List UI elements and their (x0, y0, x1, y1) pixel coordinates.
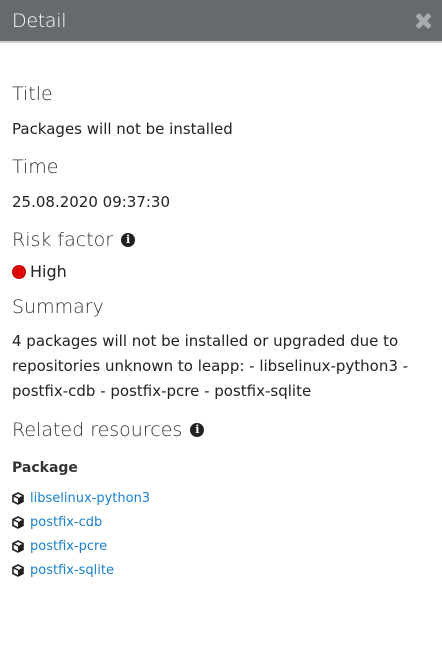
related-label-text: Related resources (12, 419, 183, 441)
package-list: libselinux-python3 postfix-cdb postfix-pcr… (12, 486, 430, 582)
info-icon[interactable]: i (190, 423, 205, 437)
package-link[interactable]: postfix-sqlite (30, 563, 114, 578)
time-label: Time (12, 156, 59, 178)
package-icon (12, 515, 24, 529)
summary-value: 4 packages will not be installed or upgr… (12, 332, 409, 400)
package-item: libselinux-python3 (12, 486, 430, 510)
risk-value-text: High (30, 262, 67, 281)
summary-label: Summary (12, 296, 104, 318)
related-resources-label: Related resources i (12, 418, 430, 442)
package-icon (12, 539, 24, 553)
title-value: Packages will not be installed (12, 120, 233, 138)
package-link[interactable]: libselinux-python3 (30, 491, 150, 506)
info-icon[interactable]: i (121, 233, 136, 247)
package-link[interactable]: postfix-pcre (30, 539, 107, 554)
title-label: Title (12, 83, 53, 105)
detail-header: Detail (0, 0, 442, 43)
risk-high-icon (12, 264, 26, 279)
package-link[interactable]: postfix-cdb (30, 515, 102, 530)
package-item: postfix-pcre (12, 534, 430, 558)
close-icon[interactable] (414, 12, 432, 30)
risk-label-text: Risk factor (12, 229, 114, 251)
package-icon (12, 491, 24, 505)
package-group-label: Package (12, 460, 78, 476)
detail-content: Title Packages will not be installed Tim… (0, 82, 442, 582)
panel-title: Detail (12, 9, 67, 32)
package-icon (12, 563, 24, 577)
package-item: postfix-sqlite (12, 558, 430, 582)
time-value: 25.08.2020 09:37:30 (12, 193, 171, 211)
risk-label: Risk factor i (12, 228, 430, 252)
package-item: postfix-cdb (12, 510, 430, 534)
risk-value: High (12, 262, 430, 281)
